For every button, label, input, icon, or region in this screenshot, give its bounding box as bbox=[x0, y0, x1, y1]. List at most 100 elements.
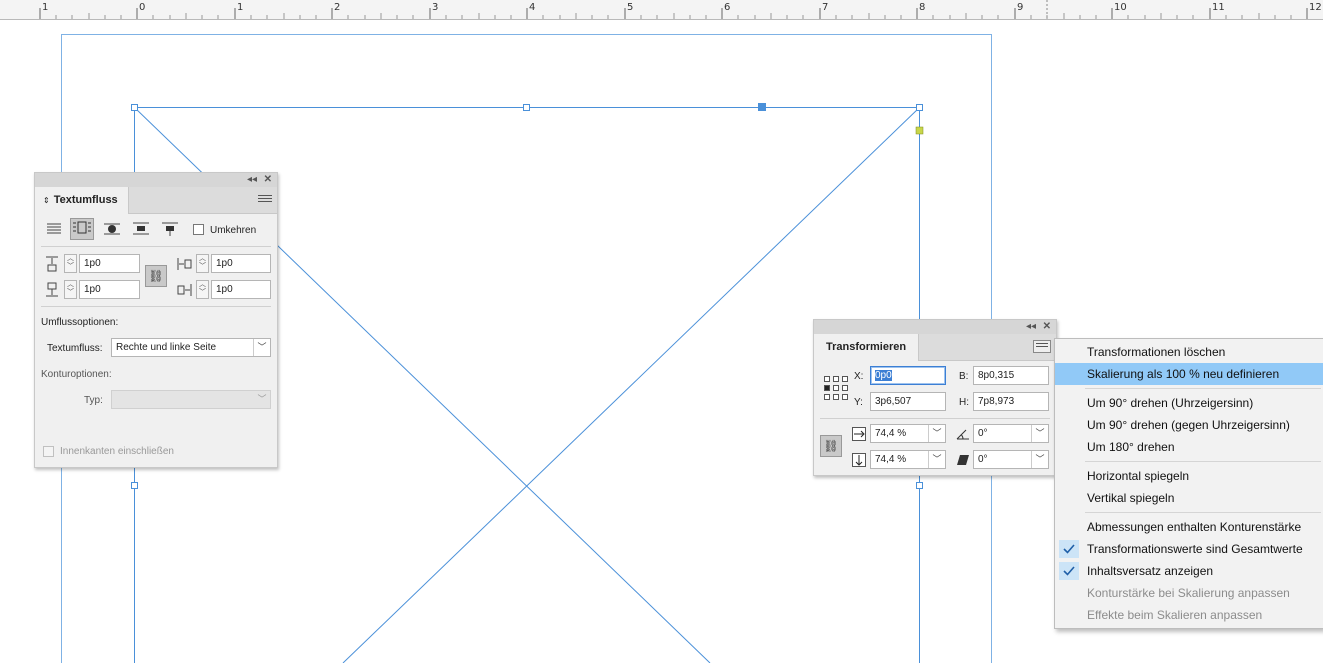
shear-angle-select[interactable]: 0° ﹀ bbox=[973, 450, 1049, 469]
chain-link-icon: ⛓ bbox=[148, 269, 164, 283]
chain-link-icon: ⛓ bbox=[823, 439, 839, 453]
wrap-bounding-box-button[interactable] bbox=[70, 218, 94, 240]
jump-object-icon[interactable] bbox=[132, 221, 150, 237]
tab-label: Transformieren bbox=[826, 341, 907, 353]
ruler-label: 2 bbox=[334, 2, 341, 13]
menu-item-clear-transformations[interactable]: Transformationen löschen bbox=[1055, 341, 1323, 363]
collapse-icon[interactable]: ◂◂ bbox=[1026, 320, 1036, 334]
content-grabber-handle[interactable] bbox=[758, 103, 766, 111]
ruler-label: 6 bbox=[724, 2, 731, 13]
chevron-down-icon: ﹀ bbox=[1031, 451, 1048, 468]
collapse-icon[interactable]: ◂◂ bbox=[247, 173, 257, 187]
left-offset-input[interactable]: 1p0 bbox=[211, 254, 271, 273]
menu-item-redefine-scaling[interactable]: Skalierung als 100 % neu definieren bbox=[1055, 363, 1323, 385]
right-offset-input[interactable]: 1p0 bbox=[211, 280, 271, 299]
tab-transformieren[interactable]: Transformieren bbox=[814, 334, 920, 361]
resize-handle[interactable] bbox=[916, 482, 923, 489]
wrap-to-select[interactable]: Rechte und linke Seite ﹀ bbox=[111, 338, 271, 357]
resize-handle[interactable] bbox=[916, 104, 923, 111]
close-icon[interactable]: ✕ bbox=[1043, 320, 1051, 334]
menu-separator bbox=[1085, 461, 1321, 462]
close-icon[interactable]: ✕ bbox=[264, 173, 272, 187]
menu-item-rotate-90-ccw[interactable]: Um 90° drehen (gegen Uhrzeigersinn) bbox=[1055, 414, 1323, 436]
top-offset-stepper[interactable]: ︿ ﹀ bbox=[64, 254, 77, 273]
resize-handle[interactable] bbox=[523, 104, 530, 111]
menu-item-rotate-90-cw[interactable]: Um 90° drehen (Uhrzeigersinn) bbox=[1055, 392, 1323, 414]
scale-x-value: 74,4 % bbox=[875, 428, 907, 439]
invert-label: Umkehren bbox=[210, 225, 257, 236]
invert-checkbox[interactable] bbox=[193, 224, 204, 235]
panel-menu-icon[interactable] bbox=[258, 193, 272, 205]
menu-item-label: Skalierung als 100 % neu definieren bbox=[1087, 367, 1280, 381]
link-offsets-button[interactable]: ⛓ bbox=[145, 265, 167, 287]
menu-item-flip-vertical[interactable]: Vertikal spiegeln bbox=[1055, 487, 1323, 509]
rotation-angle-value: 0° bbox=[978, 428, 988, 439]
menu-item-label: Um 90° drehen (Uhrzeigersinn) bbox=[1087, 396, 1254, 410]
ruler-label: 5 bbox=[627, 2, 634, 13]
corner-option-handle[interactable] bbox=[915, 126, 924, 135]
reference-point-icon[interactable] bbox=[823, 375, 849, 401]
resize-handle[interactable] bbox=[131, 482, 138, 489]
ruler-label: 10 bbox=[1114, 2, 1127, 13]
top-offset-input[interactable]: 1p0 bbox=[79, 254, 140, 273]
jump-to-next-column-icon[interactable] bbox=[161, 221, 179, 237]
menu-item-show-content-offset[interactable]: Inhaltsversatz anzeigen bbox=[1055, 560, 1323, 582]
y-label: Y: bbox=[854, 397, 863, 408]
x-position-input[interactable]: 0p0 bbox=[870, 366, 946, 385]
width-input[interactable]: 8p0,315 bbox=[973, 366, 1049, 385]
width-label: B: bbox=[959, 371, 969, 382]
divider bbox=[820, 418, 1050, 419]
y-position-input[interactable]: 3p6,507 bbox=[870, 392, 946, 411]
wrap-object-shape-icon[interactable] bbox=[103, 221, 121, 237]
text-wrap-panel: ◂◂ ✕ ⇕ Textumfluss Umkehren ︿ ﹀ 1p0 ︿ ﹀ … bbox=[34, 172, 278, 468]
resize-handle[interactable] bbox=[131, 104, 138, 111]
contour-type-select: ﹀ bbox=[111, 390, 271, 409]
divider bbox=[41, 246, 271, 247]
x-label: X: bbox=[854, 371, 864, 382]
horizontal-ruler[interactable]: 1 0 1 2 3 4 5 6 7 8 9 10 11 12 bbox=[0, 0, 1323, 20]
chevron-down-icon: ﹀ bbox=[257, 394, 267, 404]
menu-item-transform-values-totals[interactable]: Transformationswerte sind Gesamtwerte bbox=[1055, 538, 1323, 560]
tab-textumfluss[interactable]: ⇕ Textumfluss bbox=[35, 187, 129, 214]
wrap-to-label: Textumfluss: bbox=[47, 343, 103, 354]
no-wrap-icon[interactable] bbox=[45, 221, 63, 237]
menu-item-label: Transformationswerte sind Gesamtwerte bbox=[1087, 542, 1303, 556]
menu-item-flip-horizontal[interactable]: Horizontal spiegeln bbox=[1055, 465, 1323, 487]
left-offset-icon bbox=[177, 258, 192, 270]
height-label: H: bbox=[959, 397, 969, 408]
bottom-offset-input[interactable]: 1p0 bbox=[79, 280, 140, 299]
menu-item-label: Konturstärke bei Skalierung anpassen bbox=[1087, 586, 1290, 600]
bottom-offset-stepper[interactable]: ︿ ﹀ bbox=[64, 280, 77, 299]
bottom-offset-icon bbox=[46, 282, 58, 297]
rotation-angle-select[interactable]: 0° ﹀ bbox=[973, 424, 1049, 443]
panel-menu-icon[interactable] bbox=[1033, 340, 1051, 353]
menu-item-rotate-180[interactable]: Um 180° drehen bbox=[1055, 436, 1323, 458]
ruler-label: 1 bbox=[42, 2, 49, 13]
right-offset-icon bbox=[177, 284, 192, 296]
menu-item-label: Horizontal spiegeln bbox=[1087, 469, 1190, 483]
left-offset-stepper[interactable]: ︿ ﹀ bbox=[196, 254, 209, 273]
transform-panel-menu: Transformationen löschen Skalierung als … bbox=[1054, 338, 1323, 629]
ruler-label: 7 bbox=[822, 2, 829, 13]
x-position-value: 0p0 bbox=[875, 370, 892, 381]
panel-titlebar[interactable]: ◂◂ ✕ bbox=[814, 320, 1056, 334]
ruler-label: 4 bbox=[529, 2, 536, 13]
chevron-down-icon: ﹀ bbox=[1031, 425, 1048, 442]
menu-separator bbox=[1085, 512, 1321, 513]
ruler-label: 8 bbox=[919, 2, 926, 13]
menu-item-dimensions-include-stroke[interactable]: Abmessungen enthalten Konturenstärke bbox=[1055, 516, 1323, 538]
menu-item-label: Um 180° drehen bbox=[1087, 440, 1175, 454]
constrain-proportions-button[interactable]: ⛓ bbox=[820, 435, 842, 457]
tab-label: Textumfluss bbox=[53, 194, 118, 206]
panel-titlebar[interactable]: ◂◂ ✕ bbox=[35, 173, 277, 187]
menu-item-label: Abmessungen enthalten Konturenstärke bbox=[1087, 520, 1302, 534]
scale-x-select[interactable]: 74,4 % ﹀ bbox=[870, 424, 946, 443]
menu-item-adjust-stroke-weight: Konturstärke bei Skalierung anpassen bbox=[1055, 582, 1323, 604]
contour-options-heading: Konturoptionen: bbox=[41, 369, 112, 380]
right-offset-stepper[interactable]: ︿ ﹀ bbox=[196, 280, 209, 299]
scale-y-select[interactable]: 74,4 % ﹀ bbox=[870, 450, 946, 469]
ruler-label: 1 bbox=[237, 2, 244, 13]
height-input[interactable]: 7p8,973 bbox=[973, 392, 1049, 411]
shear-angle-icon bbox=[957, 455, 969, 465]
scale-x-icon bbox=[852, 427, 866, 441]
